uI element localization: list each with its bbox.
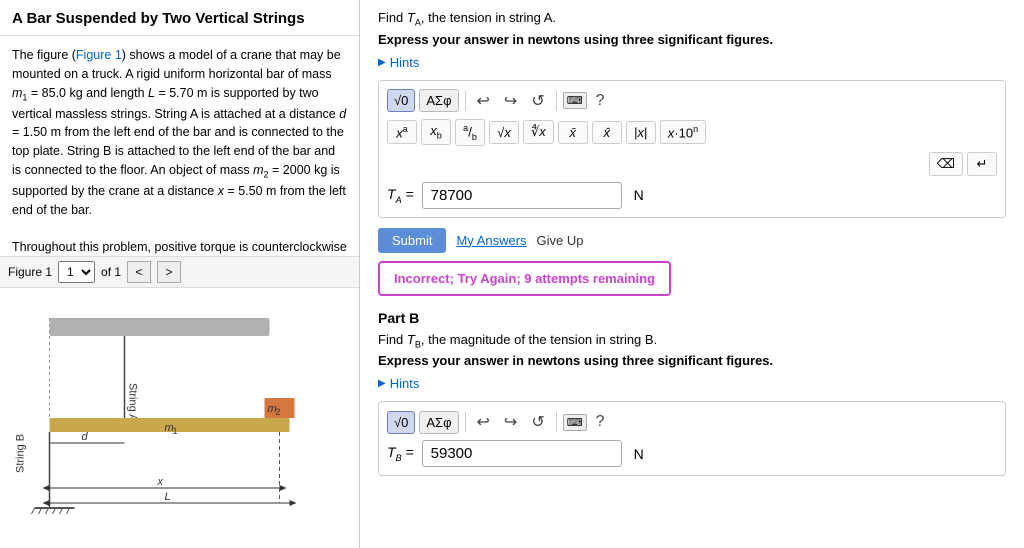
part-b-undo-button[interactable]: ↩ [472,410,495,434]
toolbar-separator2 [556,91,557,111]
svg-text:String A: String A [127,383,139,422]
figure-nav: Figure 1 1 of 1 < > [0,256,359,288]
left-panel: A Bar Suspended by Two Vertical Strings … [0,0,360,548]
bar-button[interactable]: x̄ [558,121,588,144]
figure-link[interactable]: Figure 1 [76,48,122,62]
svg-text:L: L [165,491,171,503]
figure-of: of 1 [101,265,121,279]
submit-button[interactable]: Submit [378,228,446,253]
asigma-button[interactable]: ΑΣφ [419,89,458,112]
hat-button[interactable]: x̂ [592,121,622,144]
part-b-keyboard-icon: ⌨ [563,414,587,431]
part-b-answer-unit: N [634,446,644,462]
my-answers-link[interactable]: My Answers [456,233,526,248]
part-b-answer-row: TB = N [387,440,997,467]
keyboard-icon: ⌨ [563,92,587,109]
answer-row: TA = N [387,182,997,209]
figure-prev-button[interactable]: < [127,261,151,283]
toolbar-row3: ⌫ ↵ [387,152,997,176]
answer-input[interactable] [422,182,622,209]
part-b-toolbar-row1: √0 ΑΣφ ↩ ↪ ↺ ⌨ ? [387,410,997,434]
part-b-redo-button[interactable]: ↪ [499,410,522,434]
figure-select[interactable]: 1 [58,261,95,283]
figure-label: Figure 1 [8,265,52,279]
part-b-asigma-button[interactable]: ΑΣφ [419,411,458,434]
refresh-button[interactable]: ↺ [526,89,549,113]
part-b-answer-input[interactable] [422,440,622,467]
incorrect-banner: Incorrect; Try Again; 9 attempts remaini… [378,261,671,296]
part-b-help-button[interactable]: ? [591,411,610,433]
part-b-express: Express your answer in newtons using thr… [378,353,1006,368]
part-b-separator2 [556,412,557,432]
find-prompt: Find TA, the tension in string A. [378,10,1006,28]
svg-text:1: 1 [173,426,178,436]
svg-text:String B: String B [15,434,27,473]
hints-link[interactable]: Hints [378,55,1006,70]
fraction-button[interactable]: a/b [455,119,485,146]
part-b-toolbar-box: √0 ΑΣφ ↩ ↪ ↺ ⌨ ? TB = N [378,401,1006,476]
part-b-label: Part B [378,310,1006,326]
svg-text:d: d [82,431,89,443]
right-panel: Find TA, the tension in string A. Expres… [360,0,1024,548]
math-toolbar-box: √0 ΑΣφ ↩ ↪ ↺ ⌨ ? xa xb a/b √x ∜x x̄ x̂ |… [378,80,1006,218]
part-b-sqrt-mode-button[interactable]: √0 [387,411,415,434]
diagram-svg: String A d m 1 m 2 String B [0,288,359,548]
submit-row: Submit My Answers Give Up [378,228,1006,253]
x-subscript-button[interactable]: xb [421,119,451,145]
part-b-hints-link[interactable]: Hints [378,376,1006,391]
answer-unit: N [634,187,644,203]
svg-text:2: 2 [276,407,281,417]
svg-text:x: x [157,476,164,488]
enter-button[interactable]: ↵ [967,152,997,176]
toolbar-separator1 [465,91,466,111]
give-up-label[interactable]: Give Up [537,233,584,248]
help-button[interactable]: ? [591,90,610,112]
problem-note: Throughout this problem, positive torque… [12,238,347,256]
abs-button[interactable]: |x| [626,121,656,144]
problem-title: A Bar Suspended by Two Vertical Strings [0,0,359,36]
diagram-area: String A d m 1 m 2 String B [0,288,359,548]
x-superscript-button[interactable]: xa [387,120,417,144]
toolbar-row2: xa xb a/b √x ∜x x̄ x̂ |x| x·10n [387,119,997,146]
undo-button[interactable]: ↩ [472,89,495,113]
nthroot-button[interactable]: ∜x [523,120,554,144]
sqrt-mode-button[interactable]: √0 [387,89,415,112]
part-b-refresh-button[interactable]: ↺ [526,410,549,434]
figure-next-button[interactable]: > [157,261,181,283]
answer-label: TA = [387,186,414,205]
delete-button[interactable]: ⌫ [929,152,963,176]
problem-description: The figure (Figure 1) shows a model of a… [0,36,359,256]
part-b-prompt: Find TB, the magnitude of the tension in… [378,332,1006,350]
sci-notation-button[interactable]: x·10n [660,120,706,144]
sqrt-button[interactable]: √x [489,121,519,144]
toolbar-row1: √0 ΑΣφ ↩ ↪ ↺ ⌨ ? [387,89,997,113]
redo-button[interactable]: ↪ [499,89,522,113]
express-prompt: Express your answer in newtons using thr… [378,32,1006,47]
part-b-separator1 [465,412,466,432]
part-b-answer-label: TB = [387,444,414,463]
